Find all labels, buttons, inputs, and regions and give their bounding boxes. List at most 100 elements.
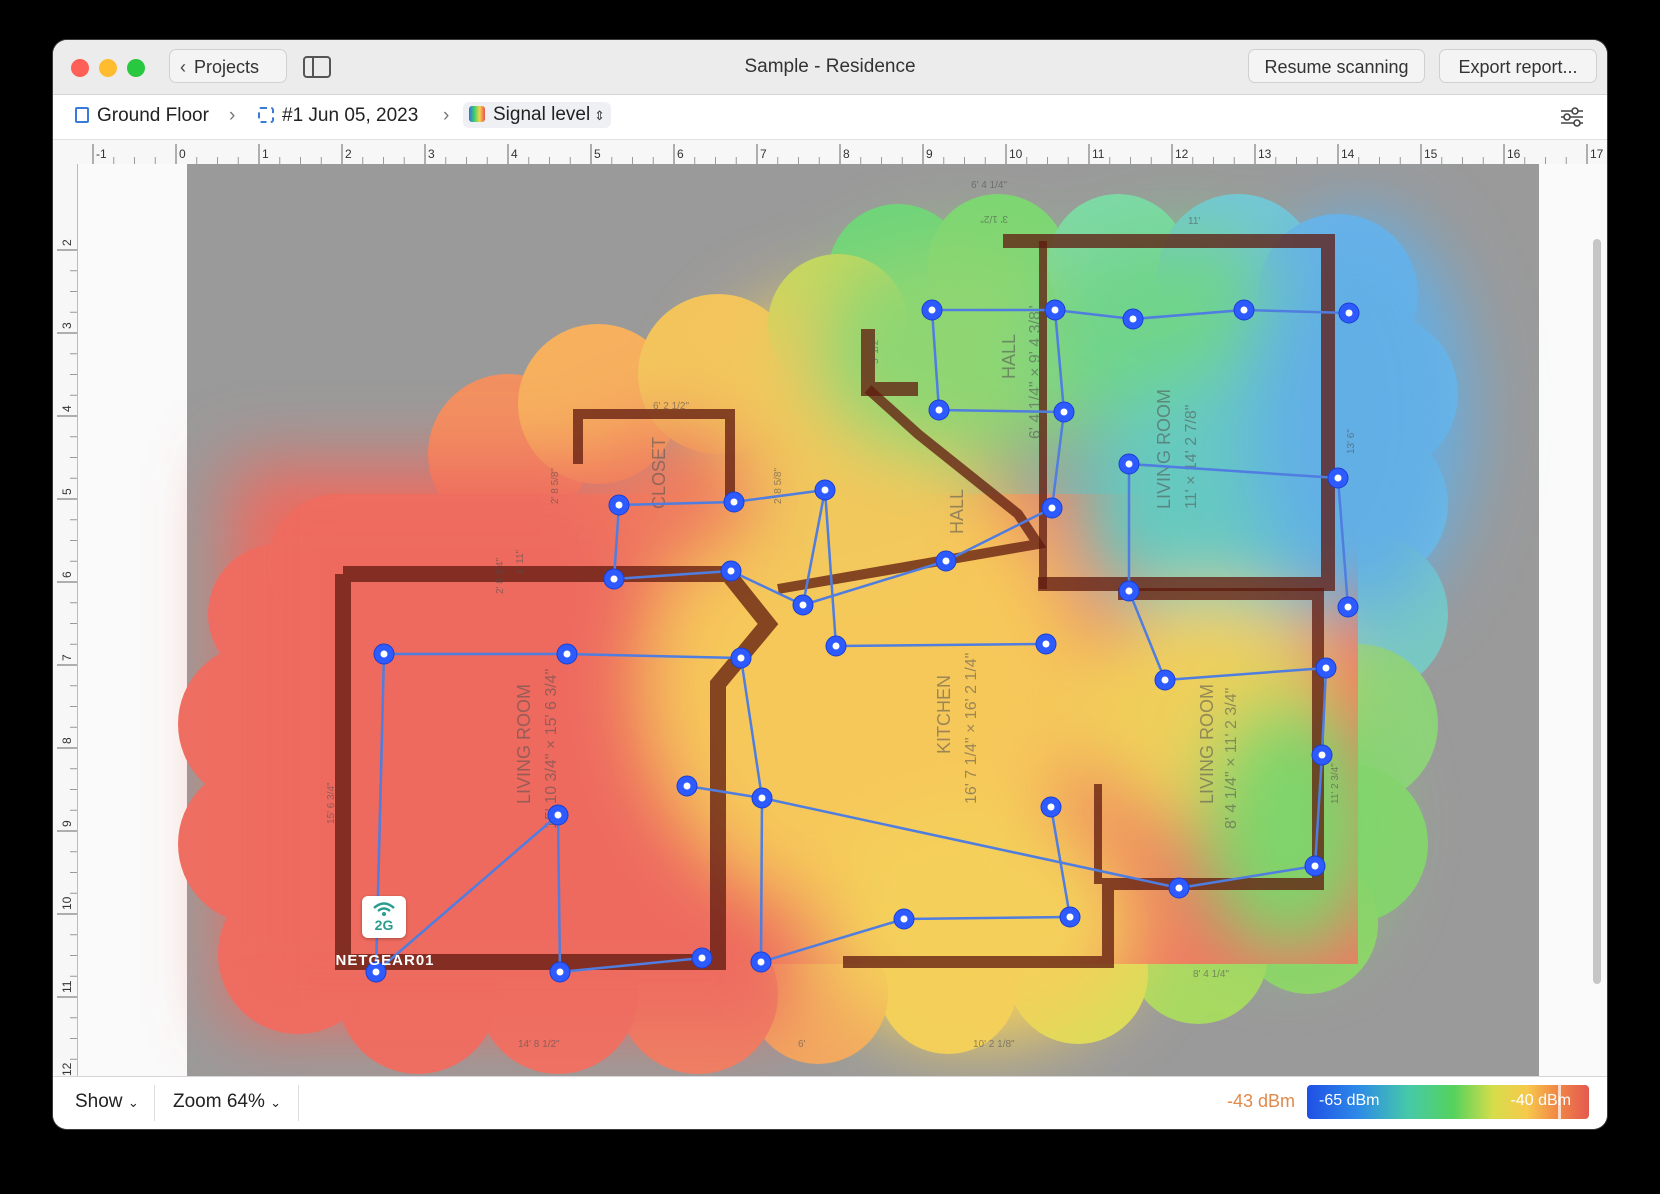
ruler-tick-label: 0 (179, 147, 186, 161)
room-label-living-2: LIVING ROOM (1154, 389, 1174, 509)
floor-plan-canvas[interactable]: LIVING ROOM 15' 10 3/4" × 15' 6 3/4" CLO… (78, 164, 1607, 1077)
scan-point-dot (757, 958, 765, 966)
divider (154, 1085, 155, 1121)
room-label-hall-1: HALL (999, 334, 1019, 379)
svg-text:10' 2 1/8": 10' 2 1/8" (973, 1039, 1015, 1050)
visualization-selector[interactable]: Signal level ⇕ (463, 102, 612, 128)
scan-point-dot (1129, 315, 1137, 323)
ruler-tick-label: 10 (1009, 147, 1023, 161)
zoom-window-button[interactable] (127, 59, 145, 77)
scan-point-dot (1311, 862, 1319, 870)
sliders-icon[interactable] (1559, 106, 1585, 128)
floor-plan-icon (75, 107, 89, 123)
svg-text:6' 2 1/2": 6' 2 1/2" (653, 401, 689, 412)
svg-text:6': 6' (798, 1039, 806, 1050)
ruler-tick-label: 2 (345, 147, 352, 161)
ruler-tick-label: 11 (60, 980, 74, 993)
scan-point-dot (1042, 640, 1050, 648)
show-label: Show (75, 1091, 123, 1112)
scan-point-dot (1051, 306, 1059, 314)
room-label-living-1: LIVING ROOM (514, 684, 534, 804)
scan-icon (258, 107, 274, 123)
legend-min-label: -65 dBm (1319, 1092, 1380, 1109)
scan-point-dot (1240, 306, 1248, 314)
status-bar: Show ⌄ Zoom 64% ⌄ -43 dBm -65 dBm -40 dB… (53, 1076, 1607, 1129)
scan-point-dot (1047, 803, 1055, 811)
ruler-tick-label: 8 (60, 737, 74, 744)
scan-point-dot (1161, 676, 1169, 684)
breadcrumb-scan[interactable]: #1 Jun 05, 2023 (258, 105, 418, 127)
svg-text:5' 1/2": 5' 1/2" (870, 336, 881, 364)
ruler-tick-label: 11 (1092, 147, 1105, 161)
scan-point-dot (1322, 664, 1330, 672)
vertical-ruler: 2 3 4 5 6 7 8 9 10 11 12 (53, 164, 78, 1122)
svg-text:3' 1/2": 3' 1/2" (980, 213, 1008, 224)
ruler-tick-label: 6 (677, 147, 684, 161)
svg-text:2' 8 3/4": 2' 8 3/4" (495, 558, 506, 594)
ruler-tick-label: 15 (1424, 147, 1438, 161)
ruler-tick-label: 3 (60, 322, 74, 329)
ruler-tick-label: 5 (60, 488, 74, 495)
scan-point-dot (1125, 587, 1133, 595)
chevron-down-icon: ⌄ (127, 1095, 139, 1110)
scan-point-dot (1060, 408, 1068, 416)
svg-text:8' 4 1/4": 8' 4 1/4" (1193, 969, 1229, 980)
chevron-right-icon: › (229, 105, 236, 126)
back-to-projects-button[interactable]: ‹ Projects (169, 49, 287, 83)
access-point-marker[interactable]: 2G (362, 896, 406, 938)
scan-point-dot (1344, 603, 1352, 611)
scan-point-dot (799, 601, 807, 609)
svg-text:2' 8 5/8": 2' 8 5/8" (550, 468, 561, 504)
room-label-hall-2: HALL (947, 489, 967, 534)
ruler-tick-label: 4 (511, 147, 518, 161)
scan-point-dot (900, 915, 908, 923)
chevron-left-icon: ‹ (180, 57, 186, 77)
visualization-label: Signal level (493, 104, 591, 125)
svg-text:2' 8 5/8": 2' 8 5/8" (773, 468, 784, 504)
title-bar: ‹ Projects Sample - Residence Resume scan… (53, 40, 1607, 95)
horizontal-ruler-ticks: -1 0 1 2 3 4 5 6 7 8 9 10 11 12 13 14 15 16 17 (92, 144, 1604, 164)
chevron-right-icon: › (443, 105, 450, 126)
minimize-window-button[interactable] (99, 59, 117, 77)
scan-point-dot (556, 968, 564, 976)
scan-point-dot (1345, 309, 1353, 317)
ruler-tick-label: 9 (926, 147, 933, 161)
breadcrumb-floor[interactable]: Ground Floor (75, 105, 209, 127)
vertical-scrollbar[interactable] (1593, 239, 1601, 984)
back-button-label: Projects (194, 57, 260, 77)
scan-point-dot (683, 782, 691, 790)
ruler-tick-label: 2 (60, 239, 74, 246)
show-menu-button[interactable]: Show ⌄ (75, 1091, 139, 1113)
svg-text:14' 8 1/2": 14' 8 1/2" (518, 1039, 560, 1050)
room-label-closet: CLOSET (649, 437, 669, 509)
ruler-tick-label: 6 (60, 571, 74, 578)
ruler-tick-label: 7 (60, 654, 74, 661)
wifi-icon (373, 902, 395, 916)
close-window-button[interactable] (71, 59, 89, 77)
heatmap-layer: LIVING ROOM 15' 10 3/4" × 15' 6 3/4" CLO… (178, 180, 1468, 1074)
divider (298, 1085, 299, 1121)
export-report-button[interactable]: Export report... (1439, 49, 1597, 83)
sidebar-toggle-icon[interactable] (303, 56, 331, 78)
scan-point-dot (380, 650, 388, 658)
legend-max-label: -40 dBm (1510, 1092, 1571, 1109)
scan-label: #1 Jun 05, 2023 (282, 105, 419, 126)
current-signal-value: -43 dBm (1226, 1091, 1295, 1111)
scan-point-dot (1066, 913, 1074, 921)
ruler-tick-label: 4 (60, 405, 74, 412)
ruler-tick-label: 17 (1590, 147, 1604, 161)
floor-label: Ground Floor (97, 105, 209, 126)
zoom-menu-button[interactable]: Zoom 64% ⌄ (173, 1091, 281, 1113)
svg-text:1' 11": 1' 11" (515, 549, 526, 574)
scan-point-dot (758, 794, 766, 802)
ruler-tick-label: 1 (262, 147, 269, 161)
scan-path-segment (759, 797, 764, 963)
app-window: ‹ Projects Sample - Residence Resume scan… (53, 40, 1607, 1129)
legend-current-marker (1558, 1085, 1561, 1119)
access-point-name: NETGEAR01 (335, 952, 435, 969)
room-label-kitchen: KITCHEN (934, 675, 954, 754)
resume-scanning-button[interactable]: Resume scanning (1248, 49, 1425, 83)
signal-legend: -65 dBm -40 dBm (1307, 1085, 1589, 1119)
scan-point-dot (1048, 504, 1056, 512)
scan-point-dot (698, 954, 706, 962)
